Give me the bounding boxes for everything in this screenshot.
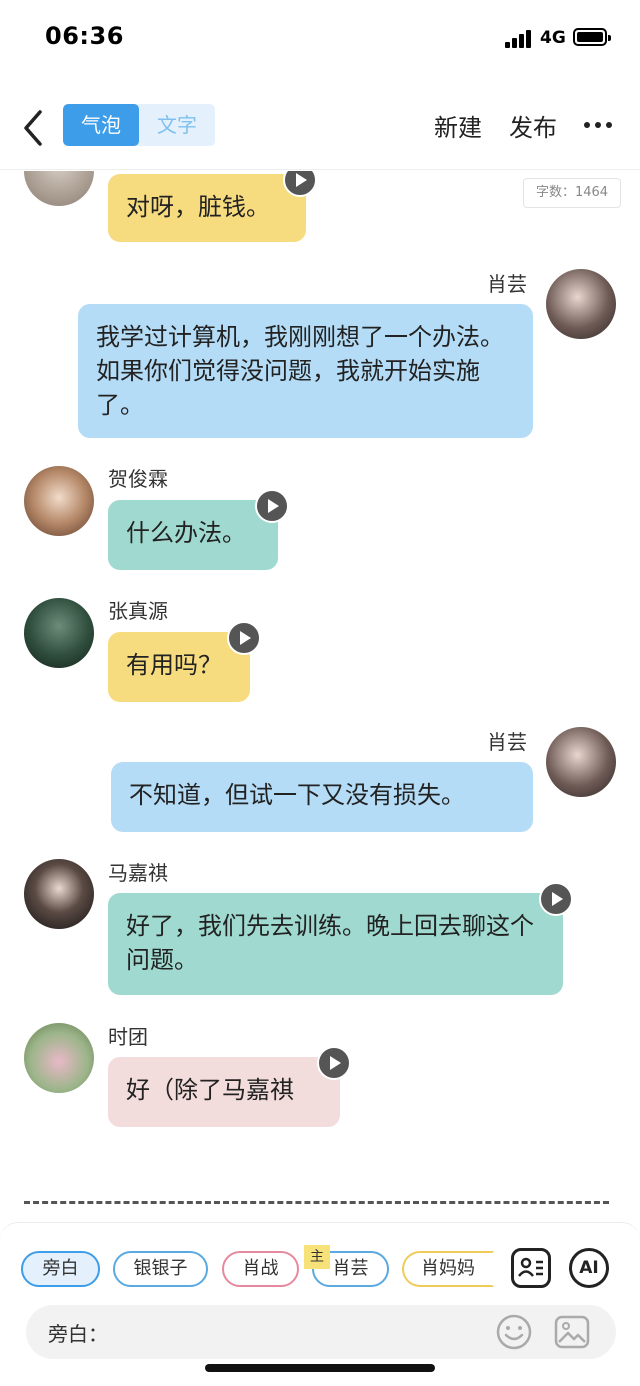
- status-time: 06:36: [45, 22, 124, 50]
- bottom-panel: 旁白 银银子 肖战 肖芸 主 肖妈妈 AI 旁白：: [0, 1222, 640, 1386]
- input-speaker-label: 旁白：: [48, 1322, 108, 1346]
- sender-name: 贺俊霖: [108, 467, 168, 491]
- publish-button[interactable]: 发布: [509, 108, 557, 143]
- divider: [24, 1201, 609, 1204]
- sender-name: 张真源: [108, 599, 168, 623]
- message-bubble[interactable]: 好（除了马嘉祺: [108, 1057, 340, 1127]
- message-bubble[interactable]: 对呀，脏钱。: [108, 174, 306, 242]
- battery-icon: [573, 28, 611, 46]
- avatar[interactable]: [24, 598, 94, 668]
- tab-bubble[interactable]: 气泡: [63, 104, 139, 146]
- sender-name: 马嘉祺: [108, 861, 168, 885]
- back-icon[interactable]: [20, 108, 50, 148]
- play-voice-icon[interactable]: [317, 1046, 351, 1080]
- sender-name: 肖芸: [487, 272, 527, 296]
- home-indicator: [205, 1364, 435, 1372]
- sender-name: 时团: [108, 1025, 148, 1049]
- play-voice-icon[interactable]: [255, 489, 289, 523]
- avatar[interactable]: [24, 171, 94, 206]
- word-count: 字数：1464: [523, 178, 621, 208]
- more-icon[interactable]: [584, 122, 614, 130]
- tab-text[interactable]: 文字: [139, 104, 215, 146]
- avatar[interactable]: [24, 466, 94, 536]
- play-voice-icon[interactable]: [539, 882, 573, 916]
- message-input[interactable]: 旁白：: [26, 1305, 616, 1359]
- avatar[interactable]: [546, 727, 616, 797]
- character-chip[interactable]: 肖战: [222, 1251, 299, 1287]
- avatar[interactable]: [546, 269, 616, 339]
- status-bar: 06:36 4G: [0, 0, 640, 75]
- ai-button[interactable]: AI: [569, 1248, 609, 1288]
- sender-name: 肖芸: [487, 730, 527, 754]
- play-voice-icon[interactable]: [227, 621, 261, 655]
- avatar[interactable]: [24, 859, 94, 929]
- emoji-icon[interactable]: [495, 1313, 533, 1351]
- signal-icon: [505, 28, 535, 48]
- avatar[interactable]: [24, 1023, 94, 1093]
- message-bubble[interactable]: 我学过计算机，我刚刚想了一个办法。如果你们觉得没问题，我就开始实施了。: [78, 304, 533, 438]
- host-badge: 主: [304, 1245, 330, 1269]
- nav-bar: 气泡 文字 新建 发布: [0, 90, 640, 170]
- character-chip[interactable]: 肖妈妈: [402, 1251, 494, 1287]
- message-bubble[interactable]: 不知道，但试一下又没有损失。: [111, 762, 533, 832]
- network-label: 4G: [540, 28, 566, 48]
- message-bubble[interactable]: 什么办法。: [108, 500, 278, 570]
- character-chip[interactable]: 银银子: [113, 1251, 208, 1287]
- mode-toggle: 气泡 文字: [63, 104, 215, 146]
- message-bubble[interactable]: 好了，我们先去训练。晚上回去聊这个问题。: [108, 893, 563, 995]
- character-chip-narrator[interactable]: 旁白: [21, 1251, 100, 1287]
- character-card-icon[interactable]: [511, 1248, 551, 1288]
- image-icon[interactable]: [553, 1313, 591, 1351]
- chat-area[interactable]: 对呀，脏钱。 字数：1464 肖芸 我学过计算机，我刚刚想了一个办法。如果你们觉…: [0, 171, 640, 1221]
- new-button[interactable]: 新建: [434, 108, 482, 143]
